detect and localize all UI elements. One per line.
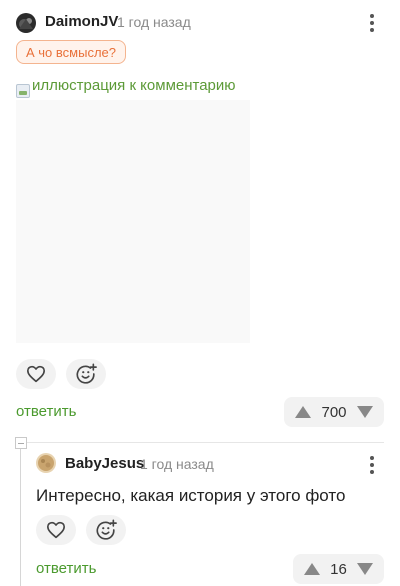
avatar[interactable]	[36, 453, 56, 473]
author-name[interactable]: BabyJesus	[65, 455, 144, 472]
comment-text: Интересно, какая история у этого фото	[36, 486, 346, 505]
reply-to-tag[interactable]: А чо всмысле?	[16, 40, 126, 64]
rating-box: 700	[284, 397, 384, 427]
broken-image[interactable]: иллюстрация к комментарию	[16, 77, 286, 100]
upvote-icon[interactable]	[294, 405, 312, 419]
avatar-image	[36, 453, 56, 473]
thread-line[interactable]	[20, 443, 21, 586]
thread-divider	[26, 442, 384, 443]
more-options-icon[interactable]	[362, 12, 382, 34]
more-options-icon[interactable]	[362, 454, 382, 476]
rating-box: 16	[293, 554, 384, 584]
broken-image-icon	[16, 84, 30, 98]
image-alt-text: иллюстрация к комментарию	[32, 77, 236, 94]
reply-link[interactable]: ответить	[36, 560, 96, 577]
like-button[interactable]	[36, 515, 76, 545]
comment-timestamp[interactable]: 1 год назад	[117, 14, 191, 30]
emoji-add-icon	[96, 519, 117, 540]
comment-timestamp[interactable]: 1 год назад	[140, 456, 214, 472]
reply-link[interactable]: ответить	[16, 403, 76, 420]
collapse-icon[interactable]	[15, 437, 27, 449]
add-reaction-button[interactable]	[66, 359, 106, 389]
heart-icon	[46, 521, 65, 539]
rating-count: 700	[321, 403, 347, 421]
comment-image[interactable]	[16, 100, 250, 343]
downvote-icon[interactable]	[356, 562, 374, 576]
heart-icon	[27, 365, 45, 383]
avatar-image	[16, 13, 36, 33]
downvote-icon[interactable]	[356, 405, 374, 419]
upvote-icon[interactable]	[303, 562, 321, 576]
avatar[interactable]	[16, 13, 36, 33]
emoji-add-icon	[76, 363, 97, 384]
author-name[interactable]: DaimonJV	[45, 13, 118, 30]
like-button[interactable]	[16, 359, 56, 389]
rating-count: 16	[330, 560, 347, 578]
add-reaction-button[interactable]	[86, 515, 126, 545]
